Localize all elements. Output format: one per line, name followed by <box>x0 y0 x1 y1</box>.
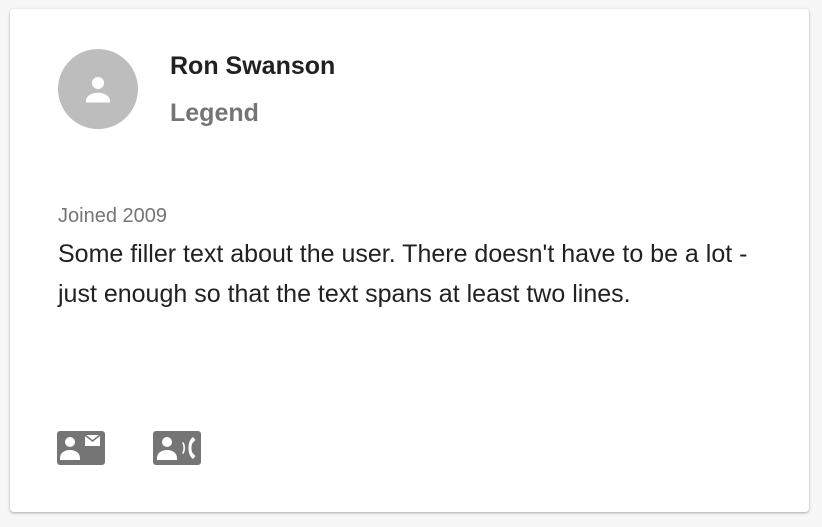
avatar <box>58 49 138 129</box>
user-profile-card: Ron Swanson Legend Joined 2009 Some fill… <box>10 9 809 512</box>
user-title: Legend <box>170 99 259 127</box>
contact-mail-icon <box>57 431 105 465</box>
joined-date: Joined 2009 <box>58 205 167 227</box>
person-icon <box>80 71 116 107</box>
email-contact-button[interactable] <box>56 429 106 467</box>
user-name: Ron Swanson <box>170 52 336 80</box>
user-bio: Some filler text about the user. There d… <box>58 240 748 308</box>
contact-phone-icon <box>153 431 201 465</box>
phone-contact-button[interactable] <box>152 429 202 467</box>
